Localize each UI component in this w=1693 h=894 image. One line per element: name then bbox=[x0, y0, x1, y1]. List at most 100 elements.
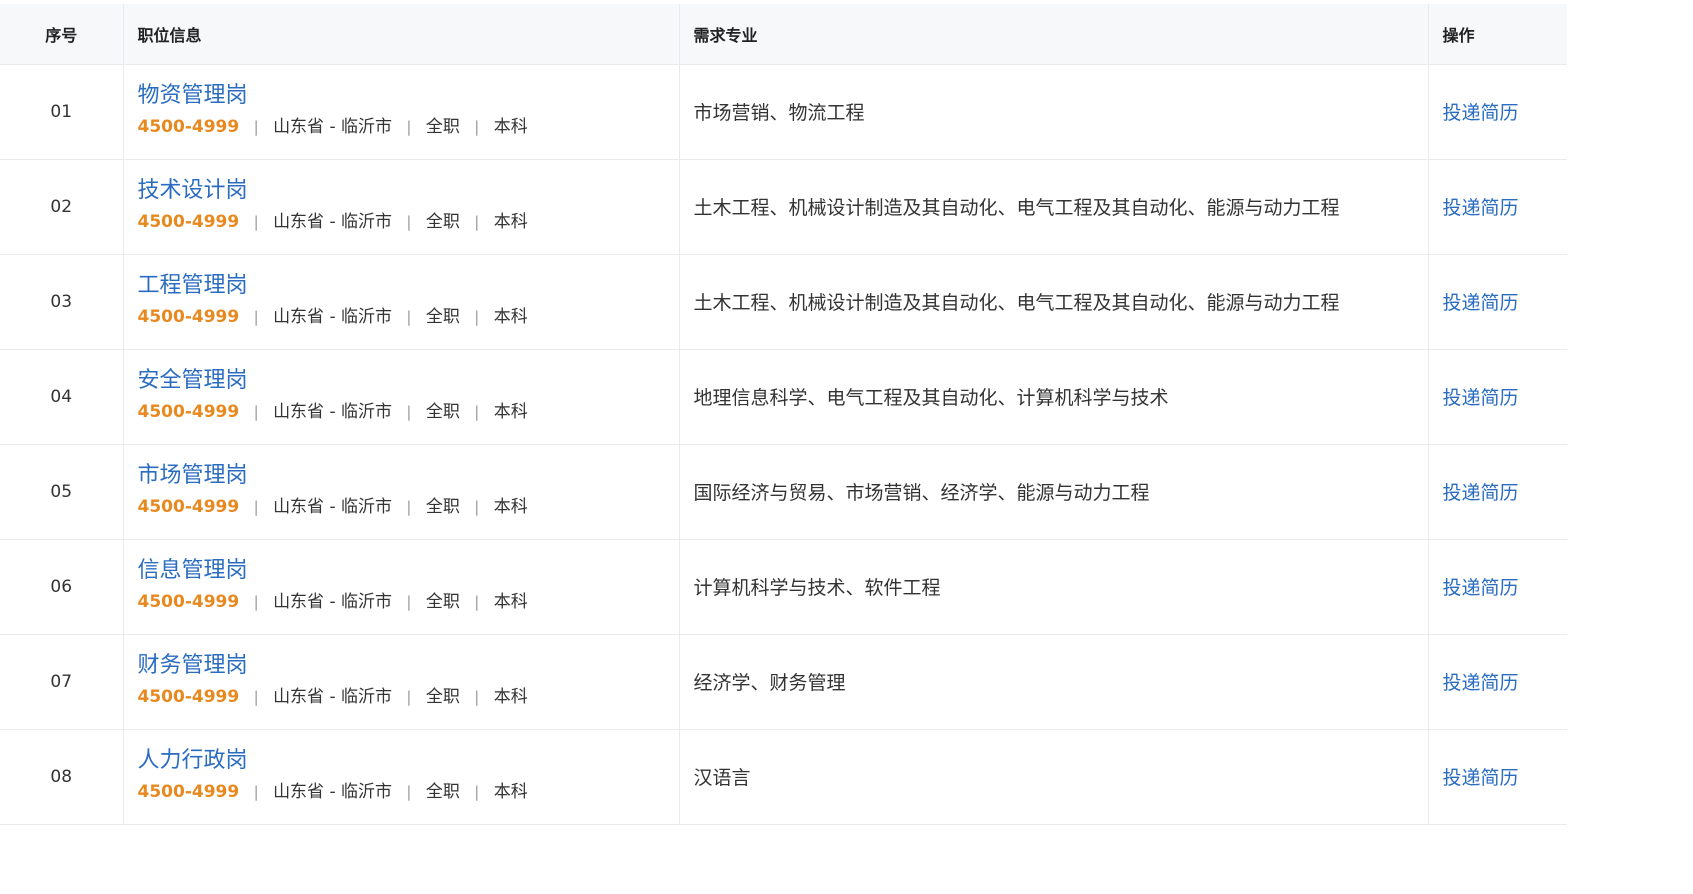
job-title-link[interactable]: 工程管理岗 bbox=[138, 271, 679, 301]
separator: | bbox=[474, 212, 480, 231]
apply-resume-button[interactable]: 投递简历 bbox=[1443, 577, 1519, 599]
job-type: 全职 bbox=[425, 591, 460, 612]
position-cell: 财务管理岗 4500-4999 | 山东省 - 临沂市 | 全职 | 本科 bbox=[123, 634, 680, 730]
education: 本科 bbox=[493, 781, 528, 802]
action-cell: 投递简历 bbox=[1428, 254, 1567, 350]
job-meta: 4500-4999 | 山东省 - 临沂市 | 全职 | 本科 bbox=[138, 400, 679, 424]
salary: 4500-4999 bbox=[137, 211, 240, 232]
separator: | bbox=[406, 782, 412, 801]
separator: | bbox=[253, 117, 259, 136]
separator: | bbox=[474, 117, 480, 136]
job-type: 全职 bbox=[425, 686, 460, 707]
separator: | bbox=[253, 212, 259, 231]
location: 山东省 - 临沂市 bbox=[273, 116, 393, 137]
major-cell: 市场营销、物流工程 bbox=[679, 64, 1429, 160]
row-index: 07 bbox=[0, 634, 124, 730]
job-meta: 4500-4999 | 山东省 - 临沂市 | 全职 | 本科 bbox=[138, 780, 679, 804]
education: 本科 bbox=[493, 116, 528, 137]
separator: | bbox=[406, 592, 412, 611]
table-row: 06 信息管理岗 4500-4999 | 山东省 - 临沂市 | 全职 | 本科… bbox=[0, 539, 1567, 635]
separator: | bbox=[406, 307, 412, 326]
separator: | bbox=[474, 402, 480, 421]
job-meta: 4500-4999 | 山东省 - 临沂市 | 全职 | 本科 bbox=[138, 590, 679, 614]
header-index: 序号 bbox=[0, 4, 124, 65]
separator: | bbox=[474, 687, 480, 706]
apply-resume-button[interactable]: 投递简历 bbox=[1443, 767, 1519, 789]
job-title-link[interactable]: 市场管理岗 bbox=[138, 461, 679, 491]
salary: 4500-4999 bbox=[137, 401, 240, 422]
action-cell: 投递简历 bbox=[1428, 729, 1567, 825]
header-position: 职位信息 bbox=[123, 4, 680, 65]
table-row: 08 人力行政岗 4500-4999 | 山东省 - 临沂市 | 全职 | 本科… bbox=[0, 729, 1567, 825]
header-action: 操作 bbox=[1428, 4, 1567, 65]
salary: 4500-4999 bbox=[137, 686, 240, 707]
major-cell: 土木工程、机械设计制造及其自动化、电气工程及其自动化、能源与动力工程 bbox=[679, 254, 1429, 350]
separator: | bbox=[253, 782, 259, 801]
job-meta: 4500-4999 | 山东省 - 临沂市 | 全职 | 本科 bbox=[138, 495, 679, 519]
action-cell: 投递简历 bbox=[1428, 539, 1567, 635]
job-title-link[interactable]: 信息管理岗 bbox=[138, 556, 679, 586]
job-type: 全职 bbox=[425, 781, 460, 802]
location: 山东省 - 临沂市 bbox=[273, 781, 393, 802]
row-index: 01 bbox=[0, 64, 124, 160]
salary: 4500-4999 bbox=[137, 496, 240, 517]
apply-resume-button[interactable]: 投递简历 bbox=[1443, 482, 1519, 504]
separator: | bbox=[474, 592, 480, 611]
position-cell: 人力行政岗 4500-4999 | 山东省 - 临沂市 | 全职 | 本科 bbox=[123, 729, 680, 825]
location: 山东省 - 临沂市 bbox=[273, 211, 393, 232]
table-row: 05 市场管理岗 4500-4999 | 山东省 - 临沂市 | 全职 | 本科… bbox=[0, 444, 1567, 540]
separator: | bbox=[474, 497, 480, 516]
row-index: 02 bbox=[0, 159, 124, 255]
action-cell: 投递简历 bbox=[1428, 159, 1567, 255]
location: 山东省 - 临沂市 bbox=[273, 401, 393, 422]
position-cell: 安全管理岗 4500-4999 | 山东省 - 临沂市 | 全职 | 本科 bbox=[123, 349, 680, 445]
education: 本科 bbox=[493, 496, 528, 517]
position-cell: 工程管理岗 4500-4999 | 山东省 - 临沂市 | 全职 | 本科 bbox=[123, 254, 680, 350]
apply-resume-button[interactable]: 投递简历 bbox=[1443, 292, 1519, 314]
action-cell: 投递简历 bbox=[1428, 349, 1567, 445]
job-type: 全职 bbox=[425, 401, 460, 422]
location: 山东省 - 临沂市 bbox=[273, 306, 393, 327]
job-type: 全职 bbox=[425, 116, 460, 137]
major-cell: 土木工程、机械设计制造及其自动化、电气工程及其自动化、能源与动力工程 bbox=[679, 159, 1429, 255]
table-header-row: 序号 职位信息 需求专业 操作 bbox=[0, 4, 1567, 65]
row-index: 05 bbox=[0, 444, 124, 540]
table-row: 03 工程管理岗 4500-4999 | 山东省 - 临沂市 | 全职 | 本科… bbox=[0, 254, 1567, 350]
separator: | bbox=[253, 687, 259, 706]
position-cell: 信息管理岗 4500-4999 | 山东省 - 临沂市 | 全职 | 本科 bbox=[123, 539, 680, 635]
separator: | bbox=[474, 782, 480, 801]
row-index: 03 bbox=[0, 254, 124, 350]
table-row: 07 财务管理岗 4500-4999 | 山东省 - 临沂市 | 全职 | 本科… bbox=[0, 634, 1567, 730]
table-row: 01 物资管理岗 4500-4999 | 山东省 - 临沂市 | 全职 | 本科… bbox=[0, 64, 1567, 160]
job-title-link[interactable]: 物资管理岗 bbox=[138, 81, 679, 111]
job-table: 序号 职位信息 需求专业 操作 01 物资管理岗 4500-4999 | 山东省… bbox=[0, 4, 1567, 825]
major-cell: 计算机科学与技术、软件工程 bbox=[679, 539, 1429, 635]
apply-resume-button[interactable]: 投递简历 bbox=[1443, 387, 1519, 409]
salary: 4500-4999 bbox=[137, 781, 240, 802]
job-meta: 4500-4999 | 山东省 - 临沂市 | 全职 | 本科 bbox=[138, 210, 679, 234]
apply-resume-button[interactable]: 投递简历 bbox=[1443, 672, 1519, 694]
education: 本科 bbox=[493, 686, 528, 707]
separator: | bbox=[253, 307, 259, 326]
job-title-link[interactable]: 技术设计岗 bbox=[138, 176, 679, 206]
education: 本科 bbox=[493, 306, 528, 327]
table-row: 04 安全管理岗 4500-4999 | 山东省 - 临沂市 | 全职 | 本科… bbox=[0, 349, 1567, 445]
location: 山东省 - 临沂市 bbox=[273, 686, 393, 707]
position-cell: 市场管理岗 4500-4999 | 山东省 - 临沂市 | 全职 | 本科 bbox=[123, 444, 680, 540]
row-index: 08 bbox=[0, 729, 124, 825]
salary: 4500-4999 bbox=[137, 591, 240, 612]
location: 山东省 - 临沂市 bbox=[273, 591, 393, 612]
separator: | bbox=[406, 117, 412, 136]
apply-resume-button[interactable]: 投递简历 bbox=[1443, 102, 1519, 124]
education: 本科 bbox=[493, 401, 528, 422]
position-cell: 技术设计岗 4500-4999 | 山东省 - 临沂市 | 全职 | 本科 bbox=[123, 159, 680, 255]
action-cell: 投递简历 bbox=[1428, 64, 1567, 160]
apply-resume-button[interactable]: 投递简历 bbox=[1443, 197, 1519, 219]
job-title-link[interactable]: 人力行政岗 bbox=[138, 746, 679, 776]
separator: | bbox=[406, 402, 412, 421]
job-type: 全职 bbox=[425, 306, 460, 327]
job-title-link[interactable]: 财务管理岗 bbox=[138, 651, 679, 681]
job-title-link[interactable]: 安全管理岗 bbox=[138, 366, 679, 396]
separator: | bbox=[406, 687, 412, 706]
action-cell: 投递简历 bbox=[1428, 634, 1567, 730]
